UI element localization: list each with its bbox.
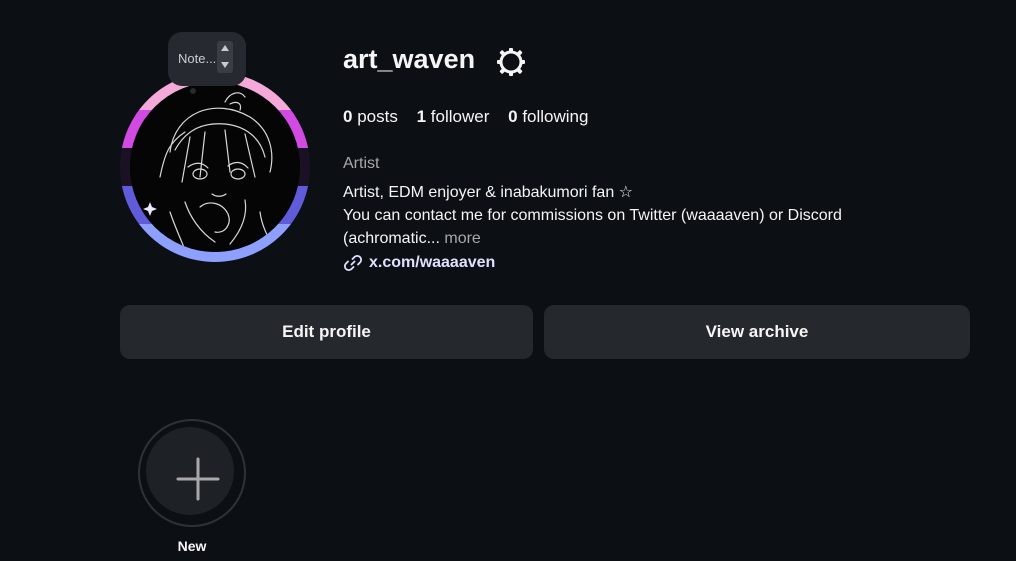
bio-more-link[interactable]: more (444, 230, 480, 247)
caret-up-icon[interactable] (221, 45, 229, 51)
followers-count: 1 (416, 107, 427, 126)
plus-icon (176, 457, 220, 501)
bio-line-truncated: (achromatic... more (343, 227, 963, 250)
avatar-drawing (130, 82, 300, 252)
followers-label: follower (430, 107, 490, 126)
new-highlight-button[interactable] (138, 419, 246, 527)
note-bubble-tail (190, 88, 196, 94)
note-placeholder: Note... (178, 51, 217, 66)
view-archive-button[interactable]: View archive (544, 305, 970, 359)
profile-category: Artist (343, 155, 380, 172)
following-label: following (522, 107, 589, 126)
link-icon (343, 254, 363, 272)
bio-line: You can contact me for commissions on Tw… (343, 207, 842, 224)
bio-line: (achromatic... (343, 230, 440, 247)
note-bubble[interactable]: Note... (168, 32, 246, 86)
new-highlight-label: New (177, 538, 207, 554)
profile-username: art_waven (343, 44, 476, 74)
profile-bio: Artist, EDM enjoyer & inabakumori fan ☆ … (343, 181, 963, 250)
following-count: 0 (508, 107, 518, 126)
highlight-circle (146, 427, 234, 515)
profile-link[interactable]: x.com/waaaaven (343, 253, 495, 273)
caret-down-icon[interactable] (221, 62, 229, 68)
following-stat[interactable]: 0 following (508, 107, 588, 127)
followers-stat[interactable]: 1 follower (417, 107, 490, 127)
profile-avatar[interactable] (120, 72, 310, 262)
profile-stats: 0 posts 1 follower 0 following (343, 107, 602, 127)
posts-stat: 0 posts (343, 107, 398, 127)
bio-line: Artist, EDM enjoyer & inabakumori fan ☆ (343, 184, 634, 201)
posts-count: 0 (343, 107, 353, 126)
note-scroll-stepper[interactable] (217, 41, 233, 73)
posts-label: posts (357, 107, 398, 126)
link-text: x.com/waaaaven (369, 254, 496, 271)
edit-profile-button[interactable]: Edit profile (120, 305, 533, 359)
avatar-image (130, 82, 300, 252)
settings-gear-icon[interactable] (496, 47, 526, 77)
profile-page: Note... art_waven 0 posts 1 follower 0 f… (0, 0, 1016, 561)
